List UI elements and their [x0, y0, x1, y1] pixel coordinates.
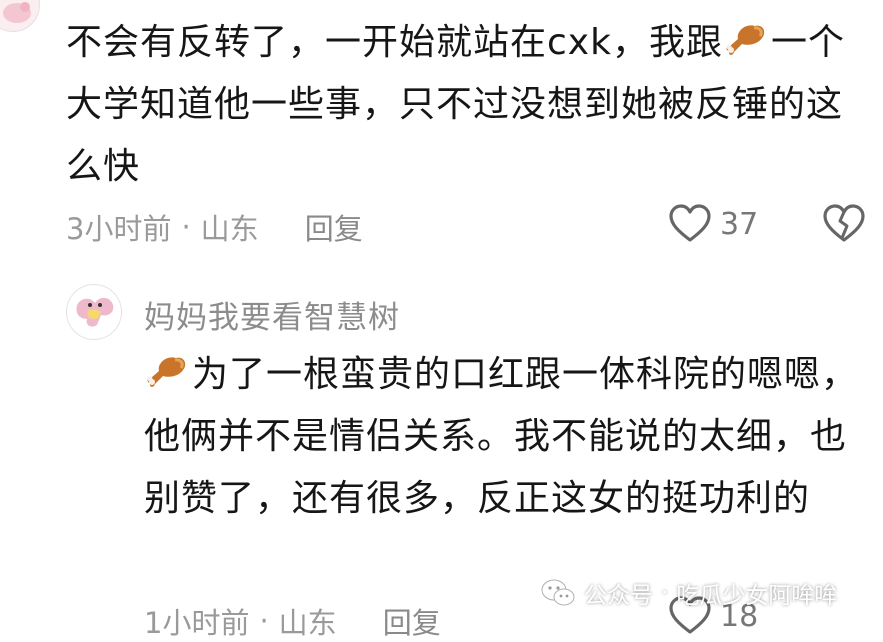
watermark-separator: ·: [661, 580, 669, 606]
reply-location: 山东: [278, 606, 337, 640]
avatar-image: [76, 297, 114, 327]
comment-location: 山东: [200, 212, 259, 246]
watermark: 公众号 · 吃瓜少女阿哞哞: [540, 576, 837, 610]
comment-text: 不会有反转了，一开始就站在cxk，我跟 一个大学知道他一些事，只不过没想到她被反锤…: [66, 12, 866, 198]
avatar-image: [3, 2, 31, 23]
wechat-icon: [541, 579, 575, 606]
comment-text-part1: 不会有反转了，一开始就站在cxk，我跟: [66, 22, 723, 63]
reply-button[interactable]: 回复: [305, 206, 363, 248]
drumstick-icon: [146, 350, 190, 390]
reply-avatar[interactable]: [66, 284, 122, 340]
reply-text-body: 为了一根蛮贵的口红跟一体科院的嗯嗯，他俩并不是情侣关系。我不能说的太细，也别赞了…: [144, 354, 859, 519]
drumstick-icon: [725, 18, 769, 58]
heart-icon: [669, 204, 711, 242]
like-count: 37: [720, 206, 759, 242]
broken-heart-icon: [823, 204, 865, 242]
watermark-account: 吃瓜少女阿哞哞: [676, 583, 838, 609]
comment-meta: 3小时前 · 山东 回复: [66, 206, 363, 248]
comment-time: 3小时前: [66, 212, 172, 246]
reply-button[interactable]: 回复: [383, 600, 441, 642]
like-button[interactable]: 37: [668, 204, 758, 244]
commenter-avatar[interactable]: [0, 0, 40, 32]
meta-separator: ·: [181, 210, 191, 244]
reply-text: 为了一根蛮贵的口红跟一体科院的嗯嗯，他俩并不是情侣关系。我不能说的太细，也别赞了…: [144, 344, 864, 530]
reply-username[interactable]: 妈妈我要看智慧树: [144, 292, 400, 337]
reply-time: 1小时前: [144, 606, 250, 640]
meta-separator: ·: [259, 604, 269, 638]
reply-meta: 1小时前 · 山东 回复: [144, 600, 441, 642]
watermark-platform: 公众号: [584, 583, 653, 609]
dislike-button[interactable]: [822, 204, 866, 244]
